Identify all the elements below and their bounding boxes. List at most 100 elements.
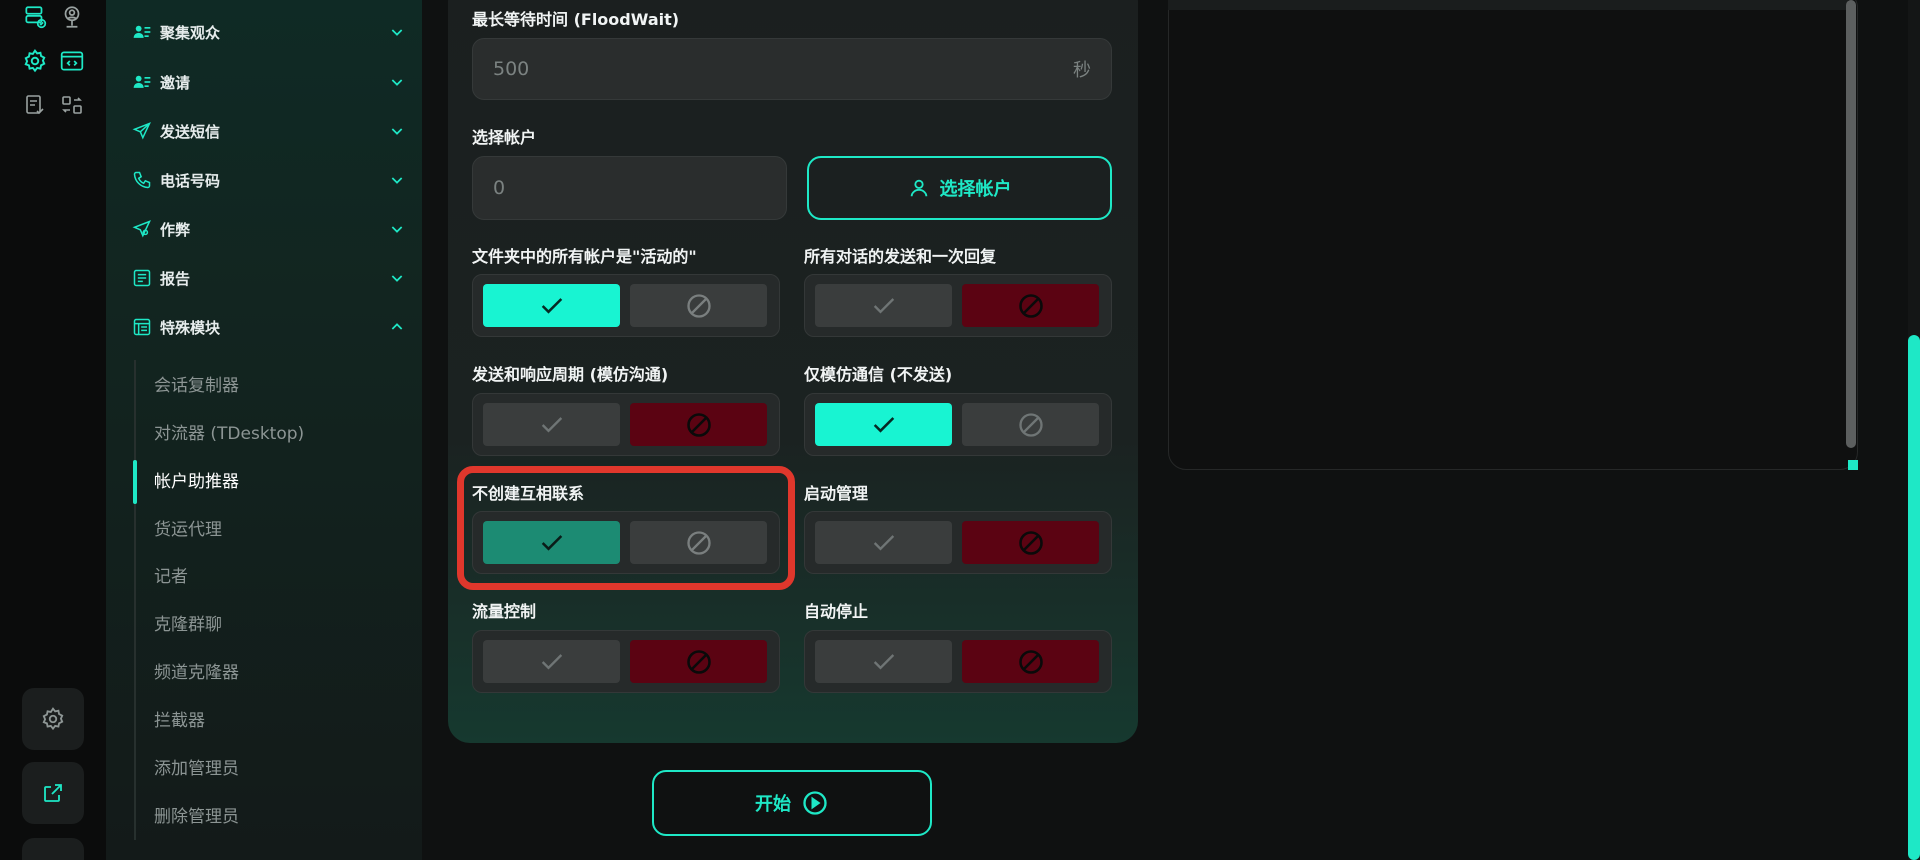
submenu-item-account-booster[interactable]: 帐户助推器	[154, 468, 239, 496]
flood-wait-input[interactable]: 500 秒	[472, 38, 1112, 100]
toggle-yes-button[interactable]	[483, 640, 620, 683]
toggle-no-button[interactable]	[630, 284, 767, 327]
toggle-launch-manage	[804, 511, 1112, 574]
sidebar-item-label: 聚集观众	[160, 23, 221, 42]
user-pin-icon[interactable]	[57, 2, 87, 32]
chevron-down-icon[interactable]	[388, 122, 406, 140]
chevron-down-icon[interactable]	[388, 23, 406, 41]
output-panel[interactable]	[1168, 0, 1858, 470]
toggle-label-auto-stop: 自动停止	[804, 602, 869, 621]
flood-wait-value: 500	[493, 58, 530, 80]
database-check-icon[interactable]	[20, 2, 50, 32]
toggle-yes-button[interactable]	[815, 640, 952, 683]
gear-icon	[42, 707, 64, 731]
sidebar-item-cheat[interactable]: 作弊	[130, 212, 406, 246]
paper-plane-icon	[130, 119, 154, 143]
start-button-label: 开始	[755, 794, 791, 815]
user-icon	[910, 179, 927, 197]
flood-wait-label: 最长等待时间 (FloodWait)	[472, 10, 680, 29]
toggle-no-button[interactable]	[962, 521, 1099, 564]
sidebar-item-phone-numbers[interactable]: 电话号码	[130, 163, 406, 197]
active-indicator	[133, 460, 137, 504]
ban-icon	[686, 649, 711, 674]
select-account-button-label: 选择帐户	[939, 179, 1012, 200]
toggle-imitate-only	[804, 393, 1112, 456]
check-icon	[873, 534, 894, 550]
toggle-yes-button[interactable]	[815, 284, 952, 327]
toggle-no-button[interactable]	[630, 403, 767, 446]
page-scrollbar-thumb[interactable]	[1908, 335, 1920, 860]
submenu-line	[134, 360, 136, 840]
submenu-item-channel-cloner[interactable]: 频道克隆器	[154, 659, 239, 687]
chevron-down-icon[interactable]	[388, 220, 406, 238]
toggle-yes-button[interactable]	[483, 403, 620, 446]
toggle-auto-stop	[804, 630, 1112, 693]
users-list-icon	[130, 70, 154, 94]
sidebar-item-invite[interactable]: 邀请	[130, 65, 406, 99]
external-link-button[interactable]	[22, 762, 84, 824]
start-button[interactable]: 开始	[652, 770, 932, 836]
ban-icon	[1018, 649, 1043, 674]
checklist-icon[interactable]	[20, 90, 50, 120]
ban-icon	[1018, 530, 1043, 555]
resize-handle[interactable]	[1848, 460, 1858, 470]
check-icon	[873, 416, 894, 433]
module-icon	[130, 315, 154, 339]
toggle-all-active	[472, 274, 780, 337]
toggle-no-button[interactable]	[962, 640, 1099, 683]
toggle-no-button[interactable]	[962, 403, 1099, 446]
app-window: 聚集观众 邀请 发送短信 电话号码 作弊 报告 特殊模块 会话复制器 对流器 (…	[0, 0, 1920, 860]
rail-button-partial[interactable]	[22, 838, 84, 860]
users-list-icon	[130, 20, 154, 44]
sidebar-item-label: 特殊模块	[160, 318, 221, 337]
sidebar-item-label: 电话号码	[160, 171, 221, 190]
chevron-down-icon[interactable]	[388, 171, 406, 189]
highlight-box	[457, 466, 795, 590]
submenu-item-remove-admin[interactable]: 删除管理员	[154, 803, 239, 831]
toggle-yes-button[interactable]	[815, 521, 952, 564]
code-window-icon[interactable]	[57, 46, 87, 76]
toggle-yes-button[interactable]	[815, 403, 952, 446]
sidebar-item-send-sms[interactable]: 发送短信	[130, 114, 406, 148]
flood-wait-unit: 秒	[1073, 60, 1091, 81]
ban-icon	[686, 293, 711, 318]
toggle-send-once	[804, 274, 1112, 337]
account-count-input[interactable]: 0	[472, 156, 787, 220]
chevron-up-icon[interactable]	[388, 318, 406, 336]
toggle-no-button[interactable]	[630, 640, 767, 683]
ban-icon	[1018, 293, 1043, 318]
settings-button[interactable]	[22, 688, 84, 750]
output-scrollbar[interactable]	[1846, 0, 1856, 448]
submenu-item-convector[interactable]: 对流器 (TDesktop)	[154, 420, 304, 448]
submenu-item-add-admin[interactable]: 添加管理员	[154, 755, 239, 783]
submenu-item-clone-group[interactable]: 克隆群聊	[154, 611, 222, 639]
ban-icon	[686, 412, 711, 437]
sidebar-item-label: 邀请	[160, 73, 191, 92]
sidebar-item-special-modules[interactable]: 特殊模块	[130, 310, 406, 344]
ban-icon	[1018, 412, 1043, 437]
check-icon	[873, 297, 894, 313]
toggle-yes-button[interactable]	[483, 284, 620, 327]
sidebar-item-reports[interactable]: 报告	[130, 261, 406, 295]
check-icon	[541, 653, 562, 669]
plane-gear-icon	[130, 217, 154, 241]
select-account-button[interactable]: 选择帐户	[807, 156, 1112, 220]
gear-icon[interactable]	[20, 46, 50, 76]
toggle-no-button[interactable]	[962, 284, 1099, 327]
transfer-icon[interactable]	[57, 90, 87, 120]
output-panel-header	[1168, 0, 1848, 10]
submenu-item-forwarder[interactable]: 货运代理	[154, 516, 222, 544]
submenu-item-reporter[interactable]: 记者	[154, 563, 188, 591]
page-scrollbar[interactable]	[1908, 0, 1920, 860]
submenu-item-interceptor[interactable]: 拦截器	[154, 707, 205, 735]
icon-rail	[0, 0, 106, 860]
toggle-label-launch-manage: 启动管理	[804, 484, 869, 503]
chevron-down-icon[interactable]	[388, 269, 406, 287]
submenu-item-session-copier[interactable]: 会话复制器	[154, 372, 239, 400]
sidebar-item-gather-audience[interactable]: 聚集观众	[130, 15, 406, 49]
sidebar: 聚集观众 邀请 发送短信 电话号码 作弊 报告 特殊模块 会话复制器 对流器 (…	[106, 0, 422, 860]
phone-icon	[130, 168, 154, 192]
sidebar-item-label: 报告	[160, 269, 191, 288]
chevron-down-icon[interactable]	[388, 73, 406, 91]
toggle-cycle	[472, 393, 780, 456]
